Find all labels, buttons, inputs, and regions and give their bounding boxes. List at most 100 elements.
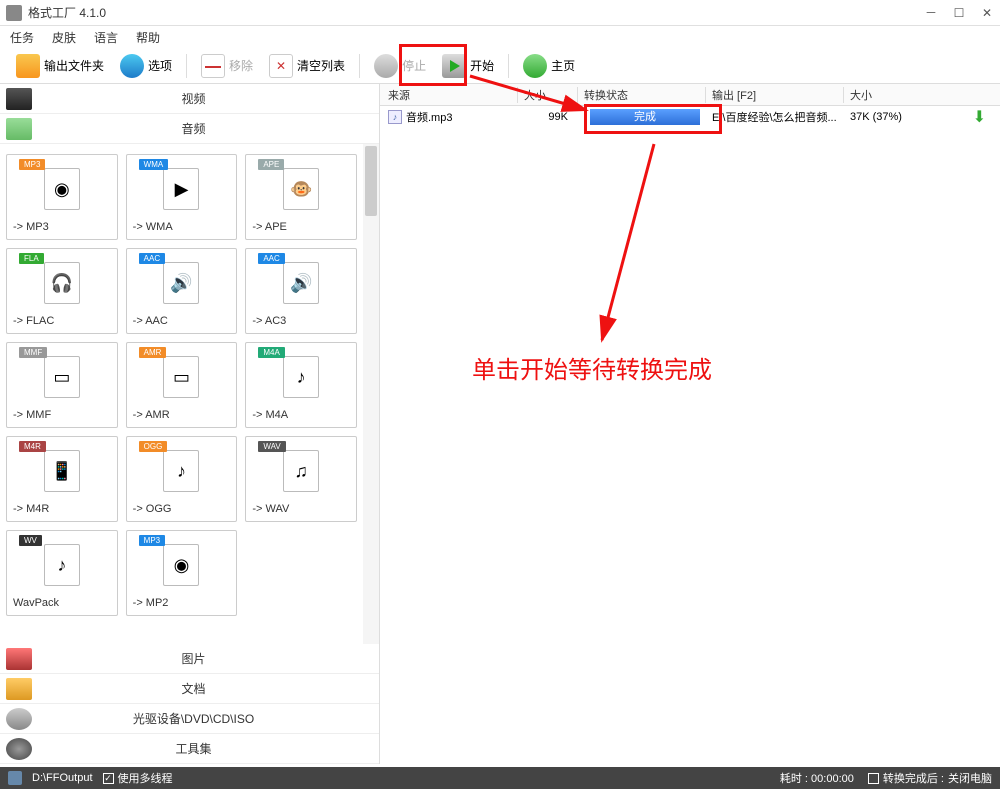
tools-icon (6, 738, 32, 760)
format-visual: AAC 🔊 (252, 255, 350, 311)
format-badge: WV (19, 535, 42, 546)
col-size2[interactable]: 大小 (844, 87, 964, 103)
close-button[interactable]: ✕ (980, 6, 994, 20)
home-icon (523, 54, 547, 78)
format-page-icon: ♪ (163, 450, 199, 492)
after-action[interactable]: 关闭电脑 (948, 770, 992, 786)
elapsed-time: 00:00:00 (811, 773, 854, 785)
after-checkbox[interactable] (868, 773, 879, 784)
menu-skin[interactable]: 皮肤 (52, 29, 76, 46)
options-label: 选项 (148, 57, 172, 74)
stop-button[interactable]: 停止 (368, 52, 432, 80)
scroll-thumb[interactable] (365, 146, 377, 216)
format-tile-ogg[interactable]: OGG ♪ -> OGG (126, 436, 238, 522)
download-arrow-icon[interactable]: ⬇ (973, 109, 986, 126)
format-visual: APE 🐵 (252, 161, 350, 217)
menu-task[interactable]: 任务 (10, 29, 34, 46)
clear-label: 清空列表 (297, 57, 345, 74)
format-visual: FLA 🎧 (13, 255, 111, 311)
format-label: -> M4A (252, 409, 350, 421)
folder-status-icon[interactable] (8, 771, 22, 785)
document-icon (6, 678, 32, 700)
format-page-icon: 🔊 (283, 262, 319, 304)
format-label: WavPack (13, 597, 111, 609)
menu-help[interactable]: 帮助 (136, 29, 160, 46)
format-badge: AAC (139, 253, 165, 264)
multithread-checkbox[interactable]: ✓ (103, 773, 114, 784)
category-audio-label: 音频 (38, 120, 379, 137)
window-title: 格式工厂 4.1.0 (28, 4, 924, 21)
format-visual: AAC 🔊 (133, 255, 231, 311)
stop-icon (374, 54, 398, 78)
format-page-icon: 🔊 (163, 262, 199, 304)
menubar: 任务 皮肤 语言 帮助 (0, 26, 1000, 48)
format-label: -> WAV (252, 503, 350, 515)
col-status[interactable]: 转换状态 (578, 87, 706, 103)
format-tile-aac[interactable]: AAC 🔊 -> AAC (126, 248, 238, 334)
output-folder-label: 输出文件夹 (44, 57, 104, 74)
format-label: -> APE (252, 221, 350, 233)
category-audio[interactable]: 音频 (0, 114, 379, 144)
output-folder-button[interactable]: 输出文件夹 (10, 52, 110, 80)
format-tile-wavpack[interactable]: WV ♪ WavPack (6, 530, 118, 616)
format-label: -> OGG (133, 503, 231, 515)
category-tools[interactable]: 工具集 (0, 734, 379, 764)
category-disc[interactable]: 光驱设备\DVD\CD\ISO (0, 704, 379, 734)
format-badge: MP3 (139, 535, 165, 546)
statusbar: D:\FFOutput ✓ 使用多线程 耗时 : 00:00:00 转换完成后 … (0, 767, 1000, 789)
titlebar: 格式工厂 4.1.0 － ☐ ✕ (0, 0, 1000, 26)
format-badge: WMA (139, 159, 169, 170)
menu-language[interactable]: 语言 (94, 29, 118, 46)
format-tile-mmf[interactable]: MMF ▭ -> MMF (6, 342, 118, 428)
row-size: 99K (518, 111, 578, 123)
audio-file-icon: ♪ (388, 110, 402, 124)
separator (186, 54, 187, 78)
format-page-icon: ♪ (44, 544, 80, 586)
content-area: 来源 大小 转换状态 输出 [F2] 大小 ♪ 音频.mp3 99K 完成 E:… (380, 84, 1000, 764)
format-tile-mp2[interactable]: MP3 ◉ -> MP2 (126, 530, 238, 616)
format-tile-wma[interactable]: WMA ▶ -> WMA (126, 154, 238, 240)
toolbar: 输出文件夹 选项 移除 清空列表 停止 开始 主页 (0, 48, 1000, 84)
format-tile-mp3[interactable]: MP3 ◉ -> MP3 (6, 154, 118, 240)
format-page-icon: ♪ (283, 356, 319, 398)
app-icon (6, 5, 22, 21)
category-image[interactable]: 图片 (0, 644, 379, 674)
format-tile-m4r[interactable]: M4R 📱 -> M4R (6, 436, 118, 522)
category-document-label: 文档 (38, 680, 379, 697)
col-size[interactable]: 大小 (518, 87, 578, 103)
home-button[interactable]: 主页 (517, 52, 581, 80)
format-tile-ac3[interactable]: AAC 🔊 -> AC3 (245, 248, 357, 334)
multithread-label: 使用多线程 (118, 770, 173, 786)
task-row[interactable]: ♪ 音频.mp3 99K 完成 E:\百度经验\怎么把音频... 37K (37… (380, 106, 1000, 128)
format-tile-ape[interactable]: APE 🐵 -> APE (245, 154, 357, 240)
col-output[interactable]: 输出 [F2] (706, 87, 844, 103)
format-page-icon: ▶ (163, 168, 199, 210)
format-tile-wav[interactable]: WAV ♫ -> WAV (245, 436, 357, 522)
output-path[interactable]: D:\FFOutput (32, 772, 93, 784)
clear-button[interactable]: 清空列表 (263, 52, 351, 80)
format-page-icon: 🎧 (44, 262, 80, 304)
minimize-button[interactable]: － (924, 6, 938, 20)
format-page-icon: ▭ (163, 356, 199, 398)
maximize-button[interactable]: ☐ (952, 6, 966, 20)
format-page-icon: ◉ (44, 168, 80, 210)
folder-icon (16, 54, 40, 78)
format-label: -> AMR (133, 409, 231, 421)
format-tile-m4a[interactable]: M4A ♪ -> M4A (245, 342, 357, 428)
scrollbar[interactable] (363, 144, 379, 644)
format-tile-flac[interactable]: FLA 🎧 -> FLAC (6, 248, 118, 334)
category-document[interactable]: 文档 (0, 674, 379, 704)
remove-button[interactable]: 移除 (195, 52, 259, 80)
format-badge: APE (258, 159, 284, 170)
disc-icon (6, 708, 32, 730)
category-disc-label: 光驱设备\DVD\CD\ISO (38, 710, 379, 727)
category-video[interactable]: 视频 (0, 84, 379, 114)
col-source[interactable]: 来源 (380, 87, 518, 103)
format-tile-amr[interactable]: AMR ▭ -> AMR (126, 342, 238, 428)
options-button[interactable]: 选项 (114, 52, 178, 80)
home-label: 主页 (551, 57, 575, 74)
format-visual: M4R 📱 (13, 443, 111, 499)
start-button[interactable]: 开始 (436, 52, 500, 80)
format-label: -> MP3 (13, 221, 111, 233)
separator (359, 54, 360, 78)
